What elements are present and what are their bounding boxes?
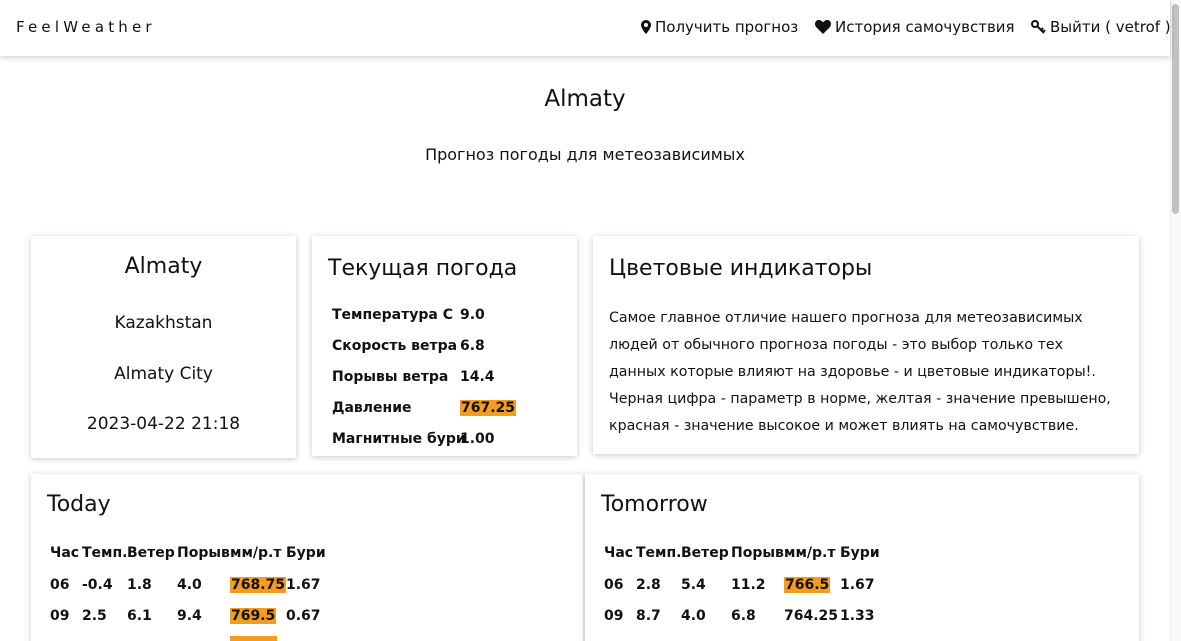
col-wind-header: Ветер [681, 545, 729, 561]
row-storms: 1.67 [840, 577, 875, 593]
row-wind: 4.0 [681, 608, 706, 624]
row-wind: 5.4 [681, 577, 706, 593]
nav-logout[interactable]: Выйти ( vetrof ) [1031, 18, 1171, 36]
col-gust-header: Порыв [731, 545, 784, 561]
row-hour: 09 [604, 608, 624, 624]
today-heading: Today [47, 492, 111, 517]
page-title: Almaty [544, 86, 626, 112]
location-region: Almaty City [114, 364, 213, 384]
nav-get-forecast-label: Получить прогноз [655, 18, 799, 36]
location-country: Kazakhstan [114, 313, 213, 333]
row-hour: 06 [604, 577, 624, 593]
current-weather-row: Скорость ветра 6.8 [332, 338, 485, 354]
heart-icon [815, 20, 831, 34]
location-datetime: 2023-04-22 21:18 [86, 414, 241, 434]
current-pressure-label: Давление [332, 400, 412, 416]
row-storms: 0.67 [286, 608, 321, 624]
row-temp: -0.4 [82, 577, 113, 593]
row-wind: 6.1 [127, 608, 152, 624]
current-weather-card: Текущая погода Температура С 9.0 Скорост… [312, 236, 577, 456]
current-pressure-value: 767.25 [460, 400, 517, 416]
top-navbar: FeelWeather Получить прогноз История сам… [0, 0, 1171, 56]
row-temp: 8.7 [636, 608, 661, 624]
row-hour: 09 [50, 608, 70, 624]
row-gust: 6.8 [731, 608, 756, 624]
col-pressure-header: мм/р.т [230, 545, 282, 561]
row-gust: 9.4 [177, 608, 202, 624]
color-indicators-heading: Цветовые индикаторы [609, 256, 873, 281]
row-hour: 06 [50, 577, 70, 593]
next-row-highlight-partial [230, 636, 277, 641]
row-gust: 4.0 [177, 577, 202, 593]
current-temp-label: Температура С [332, 307, 453, 323]
current-weather-row: Магнитные бури 1.00 [332, 431, 495, 447]
current-storms-label: Магнитные бури [332, 431, 466, 447]
location-card: Almaty Kazakhstan Almaty City 2023-04-22… [31, 236, 296, 458]
page-subtitle: Прогноз погоды для метеозависимых [425, 145, 745, 164]
col-hour-header: Час [604, 545, 634, 561]
nav-health-history-label: История самочувствия [835, 18, 1015, 36]
page-scrollbar[interactable] [1170, 0, 1181, 641]
row-temp: 2.5 [82, 608, 107, 624]
location-city: Almaty [124, 254, 203, 279]
current-gust-label: Порывы ветра [332, 369, 449, 385]
col-pressure-header: мм/р.т [784, 545, 836, 561]
col-wind-header: Ветер [127, 545, 175, 561]
brand-logo[interactable]: FeelWeather [16, 18, 156, 36]
current-weather-heading: Текущая погода [328, 256, 518, 281]
current-gust-value: 14.4 [460, 369, 495, 385]
row-gust: 11.2 [731, 577, 766, 593]
col-hour-header: Час [50, 545, 80, 561]
current-wind-value: 6.8 [460, 338, 485, 354]
row-wind: 1.8 [127, 577, 152, 593]
current-weather-row: Давление 767.25 [332, 400, 517, 416]
tomorrow-heading: Tomorrow [601, 492, 708, 517]
col-storms-header: Бури [840, 545, 880, 561]
row-storms: 1.33 [840, 608, 875, 624]
current-storms-value: 1.00 [460, 431, 495, 447]
current-weather-row: Температура С 9.0 [332, 307, 485, 323]
row-pressure: 769.5 [230, 608, 277, 624]
col-temp-header: Темп. [636, 545, 682, 561]
row-temp: 2.8 [636, 577, 661, 593]
today-forecast-card: Today Час Темп. Ветер Порыв мм/р.т Бури … [31, 474, 583, 641]
key-icon [1031, 20, 1046, 34]
nav-health-history[interactable]: История самочувствия [815, 18, 1015, 36]
color-indicators-description: Самое главное отличие нашего прогноза дл… [609, 310, 1111, 434]
current-wind-label: Скорость ветра [332, 338, 458, 354]
scrollbar-thumb[interactable] [1172, 4, 1179, 214]
nav-logout-label: Выйти ( vetrof ) [1050, 18, 1171, 36]
nav-get-forecast[interactable]: Получить прогноз [641, 18, 798, 36]
col-storms-header: Бури [286, 545, 326, 561]
current-weather-row: Порывы ветра 14.4 [332, 369, 495, 385]
map-marker-icon [641, 20, 651, 34]
tomorrow-forecast-card: Tomorrow Час Темп. Ветер Порыв мм/р.т Бу… [585, 474, 1139, 641]
row-pressure: 768.75 [230, 577, 287, 593]
col-gust-header: Порыв [177, 545, 230, 561]
current-temp-value: 9.0 [460, 307, 485, 323]
col-temp-header: Темп. [82, 545, 128, 561]
row-pressure: 764.25 [784, 608, 839, 624]
row-storms: 1.67 [286, 577, 321, 593]
color-indicators-card: Цветовые индикаторы Самое главное отличи… [593, 236, 1139, 454]
row-pressure: 766.5 [784, 577, 831, 593]
